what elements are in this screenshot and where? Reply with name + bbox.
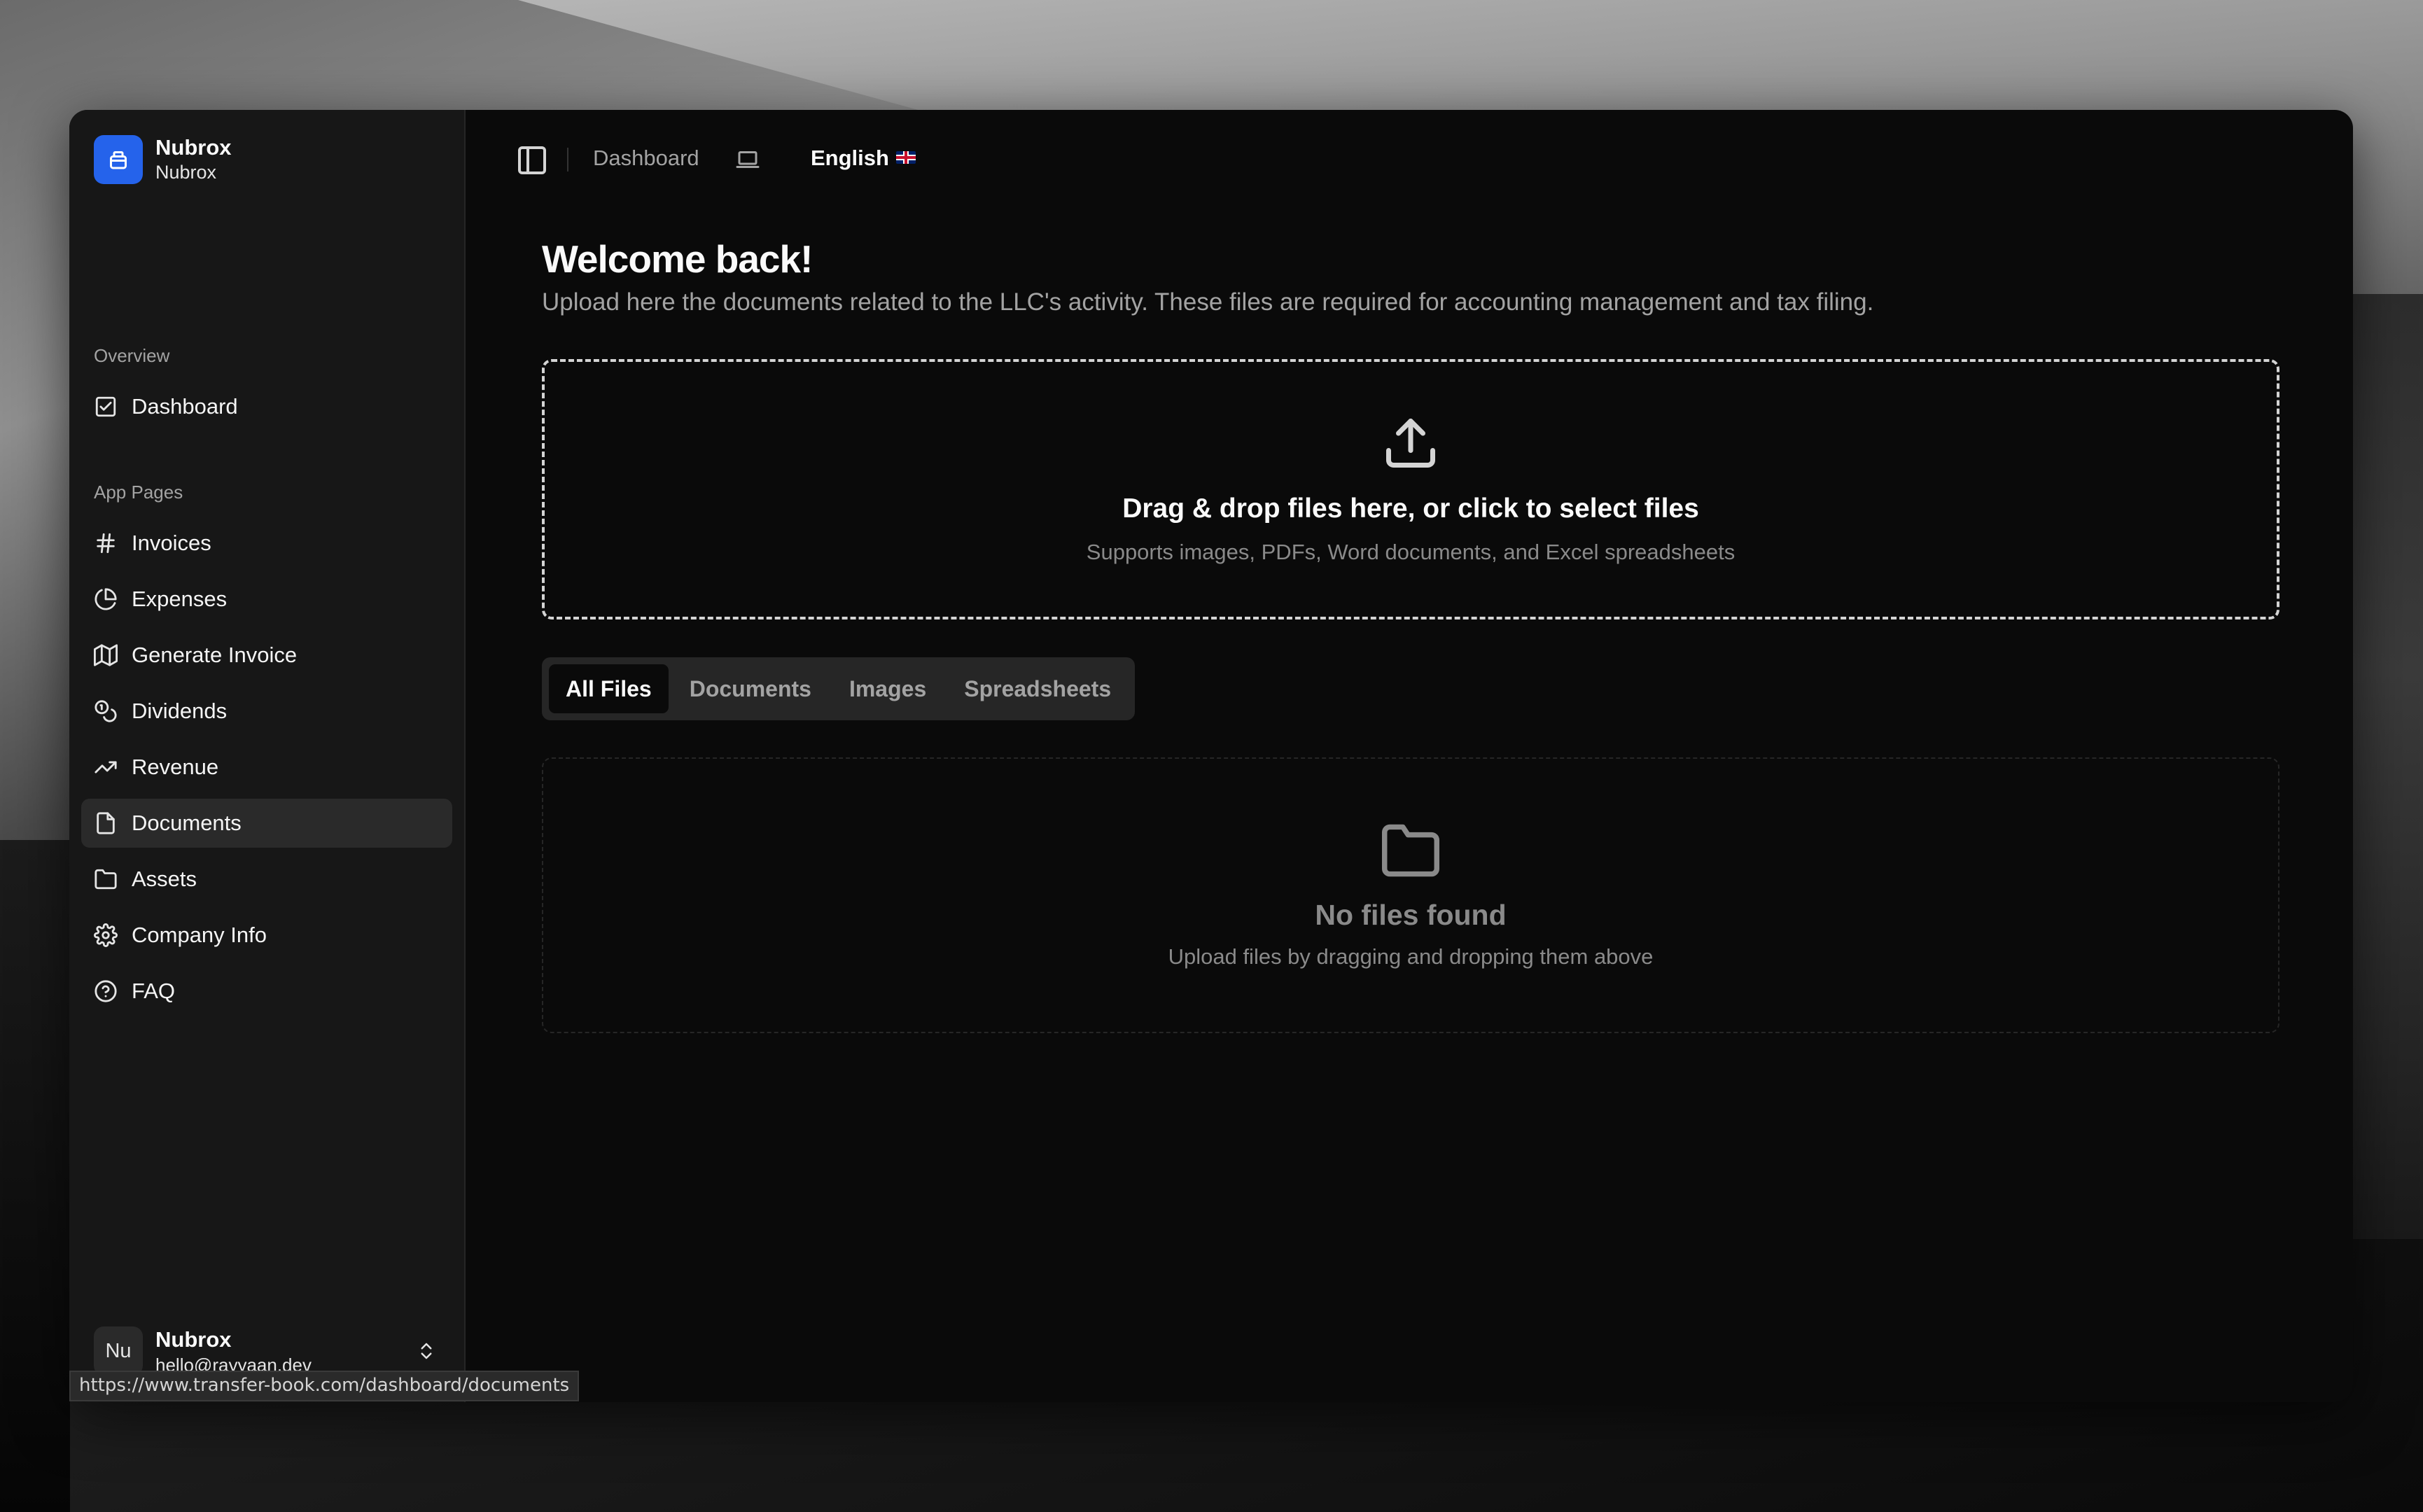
sidebar-item-label: Assets xyxy=(132,867,197,891)
tab-documents[interactable]: Documents xyxy=(673,664,828,713)
sidebar-item-label: Dividends xyxy=(132,699,228,723)
pie-chart-icon xyxy=(95,588,117,610)
file-type-tabs: All Files Documents Images Spreadsheets xyxy=(542,657,1136,720)
sidebar-item-invoices[interactable]: Invoices xyxy=(81,519,452,568)
dropzone-title: Drag & drop files here, or click to sele… xyxy=(1122,493,1699,524)
wallpaper-shape xyxy=(0,840,70,1512)
language-label: English xyxy=(811,146,889,170)
avatar: Nu xyxy=(94,1326,143,1376)
sidebar-item-generate-invoice[interactable]: Generate Invoice xyxy=(81,631,452,680)
sidebar-item-faq[interactable]: FAQ xyxy=(81,967,452,1016)
sidebar-item-label: FAQ xyxy=(132,979,176,1003)
uk-flag-icon xyxy=(895,151,916,164)
sidebar-item-label: Expenses xyxy=(132,587,228,611)
help-circle-icon xyxy=(95,980,117,1002)
file-icon xyxy=(97,812,115,834)
file-dropzone[interactable]: Drag & drop files here, or click to sele… xyxy=(542,359,2279,620)
sidebar-toggle-icon[interactable] xyxy=(515,144,549,177)
chevrons-up-down-icon xyxy=(421,1343,432,1359)
app-window: Nubrox Nubrox Overview Dashboard App Pag… xyxy=(69,110,2353,1402)
sidebar-item-label: Documents xyxy=(132,811,242,835)
sidebar-item-label: Revenue xyxy=(132,755,219,779)
trending-up-icon xyxy=(95,761,117,774)
dropzone-subtitle: Supports images, PDFs, Word documents, a… xyxy=(1086,540,1736,564)
sidebar-item-assets[interactable]: Assets xyxy=(81,855,452,904)
sidebar-item-expenses[interactable]: Expenses xyxy=(81,575,452,624)
brand-logo-icon xyxy=(94,135,143,184)
brand-name: Nubrox xyxy=(155,135,232,160)
group-label-overview: Overview xyxy=(94,345,170,366)
status-bar-url: https://www.transfer-book.com/dashboard/… xyxy=(69,1371,580,1401)
upload-icon xyxy=(1386,419,1435,468)
tab-all-files[interactable]: All Files xyxy=(549,664,669,713)
brand-switcher[interactable]: Nubrox Nubrox xyxy=(94,135,232,184)
tab-spreadsheets[interactable]: Spreadsheets xyxy=(947,664,1128,713)
sidebar-item-label: Company Info xyxy=(132,923,267,947)
gear-icon xyxy=(94,923,118,947)
sidebar-item-documents[interactable]: Documents xyxy=(81,799,452,848)
tab-images[interactable]: Images xyxy=(832,664,943,713)
sidebar-item-label: Dashboard xyxy=(132,394,238,419)
sidebar-item-dividends[interactable]: Dividends xyxy=(81,687,452,736)
sidebar-item-dashboard[interactable]: Dashboard xyxy=(81,382,452,431)
user-name: Nubrox xyxy=(155,1327,232,1352)
main-content xyxy=(466,110,2353,1402)
sidebar-item-label: Generate Invoice xyxy=(132,643,298,667)
folder-icon xyxy=(95,869,117,890)
group-label-app-pages: App Pages xyxy=(94,482,183,503)
laptop-icon[interactable] xyxy=(735,147,760,172)
sidebar-item-label: Invoices xyxy=(132,531,211,555)
coins-icon xyxy=(95,700,117,722)
language-selector[interactable]: English xyxy=(811,146,916,171)
sidebar-item-company-info[interactable]: Company Info xyxy=(81,911,452,960)
hash-icon xyxy=(97,533,115,554)
brand-subtitle: Nubrox xyxy=(155,162,217,183)
sidebar: Nubrox Nubrox Overview Dashboard App Pag… xyxy=(69,110,466,1402)
sidebar-item-revenue[interactable]: Revenue xyxy=(81,743,452,792)
breadcrumb[interactable]: Dashboard xyxy=(593,146,699,171)
map-icon xyxy=(94,644,118,666)
dashboard-icon xyxy=(95,396,116,417)
